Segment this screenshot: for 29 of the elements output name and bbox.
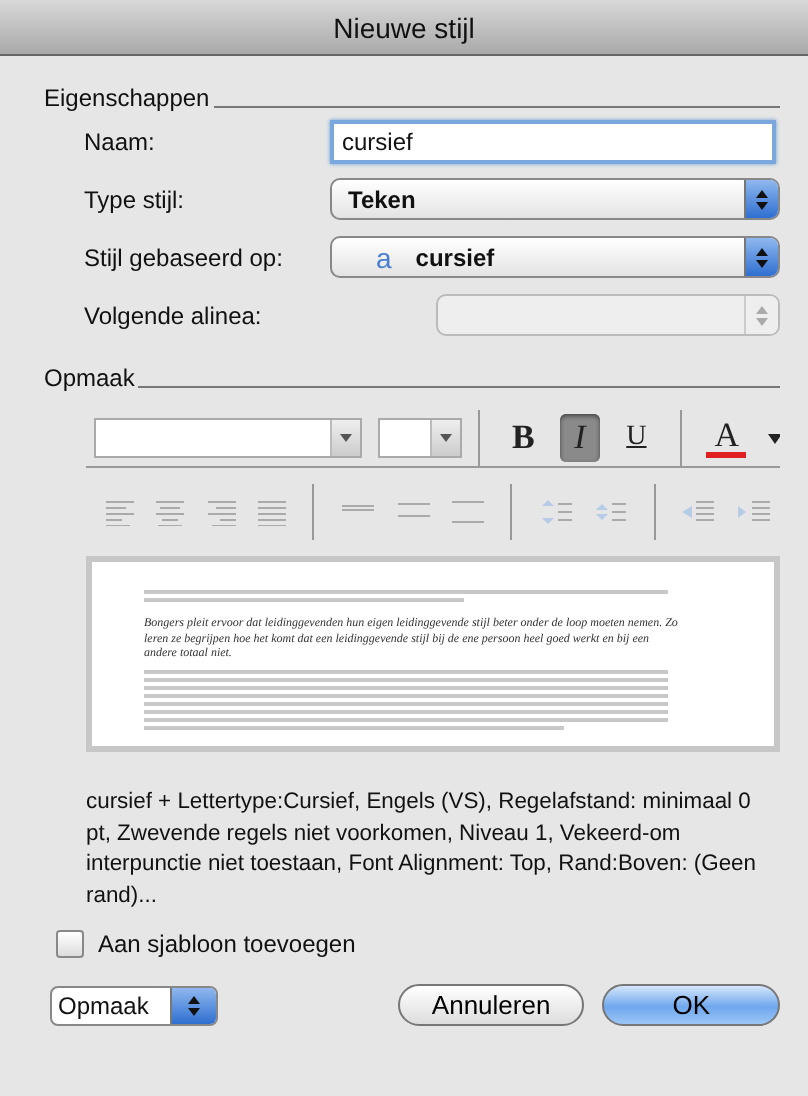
name-field[interactable]: cursief: [330, 119, 776, 163]
field-label: Stijl gebaseerd op:: [84, 243, 285, 271]
bold-button[interactable]: B: [502, 414, 544, 462]
format-menu[interactable]: Opmaak: [50, 985, 218, 1025]
checkbox-label[interactable]: Aan sjabloon toevoegen: [98, 930, 356, 958]
font-field[interactable]: [94, 418, 362, 458]
ok-button[interactable]: OK: [602, 984, 780, 1026]
italic-button[interactable]: I: [559, 414, 601, 462]
checkbox[interactable]: [56, 930, 84, 958]
stepper-icon: [744, 238, 778, 276]
stepper-icon: [170, 987, 216, 1023]
dropdown-arrow-icon[interactable]: [339, 434, 352, 442]
style-select[interactable]: Teken: [330, 178, 780, 220]
style-select[interactable]: a cursief: [330, 236, 780, 278]
font-color-button[interactable]: A: [706, 414, 748, 462]
stepper-icon: [744, 180, 778, 218]
field-label: Naam:: [84, 127, 157, 155]
stepper-icon: [744, 296, 778, 334]
field-label: Type stijl:: [84, 185, 187, 213]
underline-button[interactable]: U: [616, 414, 657, 462]
style-description: cursief + Lettertype:Cursief, Engels (VS), Regelafstand: minimaal 0 pt, Zwevende regels niet voorkomen, Niveau 1, Vekeerd-om interpunctie niet toestaan, Font Alignment: Top, Rand:Boven: (Geen rand)...: [86, 788, 759, 911]
size-field[interactable]: [377, 418, 462, 458]
field-label: Volgende alinea:: [84, 301, 264, 329]
cancel-button[interactable]: Annuleren: [397, 984, 585, 1026]
section-heading: Opmaak: [44, 364, 135, 392]
section-heading: Eigenschappen: [44, 84, 210, 112]
dropdown-arrow-icon[interactable]: [439, 434, 452, 442]
caret-icon[interactable]: [767, 433, 781, 443]
window-title: Nieuwe stijl: [0, 0, 808, 56]
